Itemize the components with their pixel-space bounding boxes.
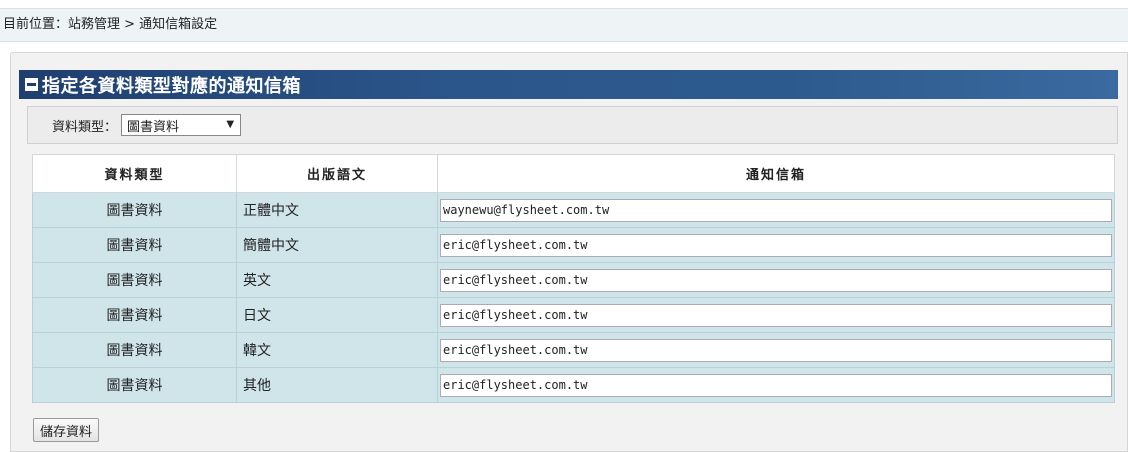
row-mailbox-cell xyxy=(437,227,1115,263)
table-row: 圖書資料 英文 xyxy=(32,262,1115,298)
mailbox-input[interactable] xyxy=(440,198,1112,222)
mailbox-input[interactable] xyxy=(440,373,1112,397)
row-data-type: 圖書資料 xyxy=(32,367,237,403)
collapse-icon[interactable] xyxy=(25,78,38,91)
mailbox-input[interactable] xyxy=(440,303,1112,327)
mailbox-input[interactable] xyxy=(440,268,1112,292)
row-language: 日文 xyxy=(236,297,438,333)
table-header-row: 資料類型 出版語文 通知信箱 xyxy=(32,154,1115,193)
row-data-type: 圖書資料 xyxy=(32,262,237,298)
mailbox-input[interactable] xyxy=(440,233,1112,257)
row-data-type: 圖書資料 xyxy=(32,192,237,228)
row-language: 韓文 xyxy=(236,332,438,368)
row-language: 其他 xyxy=(236,367,438,403)
filter-bar: 資料類型： 圖書資料 ▼ xyxy=(27,106,1118,144)
row-language: 簡體中文 xyxy=(236,227,438,263)
header-data-type: 資料類型 xyxy=(32,154,237,193)
header-mailbox: 通知信箱 xyxy=(437,154,1115,193)
header-language: 出版語文 xyxy=(236,154,438,193)
notification-mailbox-table: 資料類型 出版語文 通知信箱 圖書資料 正體中文 圖書資料 簡體中文 圖書資料 … xyxy=(32,154,1115,403)
row-data-type: 圖書資料 xyxy=(32,332,237,368)
row-data-type: 圖書資料 xyxy=(32,227,237,263)
table-row: 圖書資料 日文 xyxy=(32,297,1115,333)
table-row: 圖書資料 其他 xyxy=(32,367,1115,403)
breadcrumb: 目前位置：站務管理 > 通知信箱設定 xyxy=(0,8,1128,42)
row-data-type: 圖書資料 xyxy=(32,297,237,333)
table-row: 圖書資料 簡體中文 xyxy=(32,227,1115,263)
data-type-label: 資料類型： xyxy=(52,119,118,135)
row-language: 正體中文 xyxy=(236,192,438,228)
table-row: 圖書資料 韓文 xyxy=(32,332,1115,368)
table-row: 圖書資料 正體中文 xyxy=(32,192,1115,228)
row-mailbox-cell xyxy=(437,367,1115,403)
row-language: 英文 xyxy=(236,262,438,298)
data-type-select[interactable]: 圖書資料 ▼ xyxy=(121,114,242,136)
section-header: 指定各資料類型對應的通知信箱 xyxy=(19,70,1118,99)
row-mailbox-cell xyxy=(437,332,1115,368)
row-mailbox-cell xyxy=(437,297,1115,333)
data-type-selected-value: 圖書資料 xyxy=(127,119,180,135)
save-button[interactable]: 儲存資料 xyxy=(33,418,100,442)
dropdown-arrow-icon: ▼ xyxy=(226,119,235,130)
row-mailbox-cell xyxy=(437,192,1115,228)
mailbox-input[interactable] xyxy=(440,338,1112,362)
row-mailbox-cell xyxy=(437,262,1115,298)
section-title: 指定各資料類型對應的通知信箱 xyxy=(42,75,301,97)
